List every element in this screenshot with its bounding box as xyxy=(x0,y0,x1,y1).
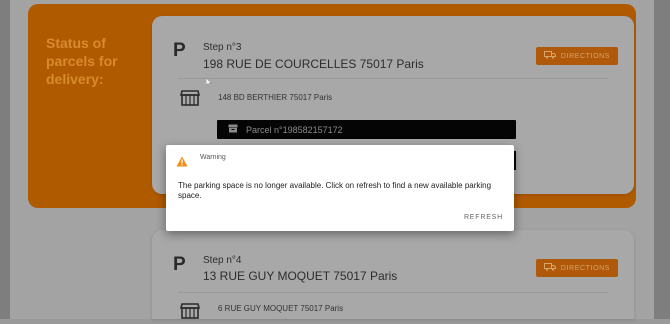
step-label: Step n°3 xyxy=(203,42,242,53)
step-label: Step n°4 xyxy=(203,255,242,266)
box-icon xyxy=(228,124,238,135)
dialog-message: The parking space is no longer available… xyxy=(178,181,492,200)
store-address: 6 RUE GUY MOQUET 75017 Paris xyxy=(218,304,344,313)
divider xyxy=(178,78,608,79)
van-icon xyxy=(543,51,556,61)
warning-triangle-icon xyxy=(176,154,188,172)
parcel-item[interactable]: Parcel n°198582157172 xyxy=(217,120,516,139)
directions-button[interactable]: DIRECTIONS xyxy=(536,259,618,277)
divider xyxy=(178,292,608,293)
status-title: Status of parcels for delivery: xyxy=(46,35,118,87)
directions-label: DIRECTIONS xyxy=(560,264,611,272)
van-icon xyxy=(543,263,556,273)
directions-label: DIRECTIONS xyxy=(560,52,611,60)
parking-icon: P xyxy=(173,254,186,275)
store-address: 148 BD BERTHIER 75017 Paris xyxy=(218,93,333,102)
step-address: 198 RUE DE COURCELLES 75017 Paris xyxy=(203,57,424,71)
left-frame-edge xyxy=(0,0,10,319)
step-address: 13 RUE GUY MOQUET 75017 Paris xyxy=(203,269,398,283)
dialog-title: Warning xyxy=(200,154,226,161)
parcel-label: Parcel n°198582157172 xyxy=(246,124,343,135)
parking-icon: P xyxy=(173,40,186,61)
refresh-button[interactable]: REFRESH xyxy=(464,214,503,221)
store-icon xyxy=(179,303,201,324)
store-icon xyxy=(179,90,201,111)
directions-button[interactable]: DIRECTIONS xyxy=(536,47,618,65)
mouse-cursor-icon xyxy=(205,74,213,92)
warning-dialog: Warning The parking space is no longer a… xyxy=(166,145,514,231)
right-frame-edge xyxy=(654,0,670,319)
